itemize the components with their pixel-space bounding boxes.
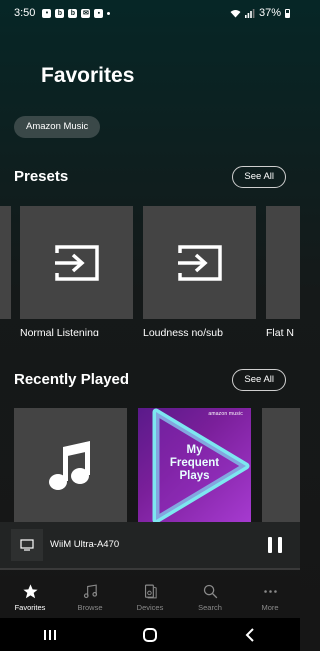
home-button[interactable] xyxy=(130,623,170,647)
presets-row: Normal Listening Loudness no/sub Flat N xyxy=(0,206,300,336)
preset-tile-flat[interactable] xyxy=(266,206,300,319)
presets-see-all-button[interactable]: See All xyxy=(232,166,286,188)
tab-search[interactable]: Search xyxy=(180,576,240,618)
signal-icon xyxy=(244,8,255,18)
input-icon xyxy=(177,244,222,281)
battery-icon xyxy=(285,8,290,18)
page-title: Favorites xyxy=(41,64,135,87)
back-icon xyxy=(245,627,254,642)
tv-icon xyxy=(20,539,34,551)
status-right: 37% xyxy=(230,7,290,19)
star-icon xyxy=(21,582,39,600)
message-icon: • xyxy=(42,8,52,18)
presets-title: Presets xyxy=(14,168,69,185)
device-name: WiiM Ultra-A470 xyxy=(50,539,120,550)
tab-label: Search xyxy=(198,603,222,612)
playlist-title-line: My xyxy=(186,444,203,456)
preset-tile-partial[interactable] xyxy=(0,206,11,319)
tab-devices[interactable]: Devices xyxy=(120,576,180,618)
b-icon: b xyxy=(55,8,65,18)
recently-played-see-all-button[interactable]: See All xyxy=(232,369,286,391)
recently-played-row: amazon music My Frequent Plays xyxy=(0,408,300,522)
music-note-icon xyxy=(48,441,90,490)
recents-icon xyxy=(44,629,56,640)
now-playing-bar[interactable]: WiiM Ultra-A470 xyxy=(0,522,300,568)
b-icon: b xyxy=(68,8,78,18)
playback-progress-track xyxy=(0,568,300,570)
tab-browse[interactable]: Browse xyxy=(60,576,120,618)
dot-icon xyxy=(107,11,111,15)
music-note-icon xyxy=(81,582,99,600)
preset-tile-normal-listening[interactable] xyxy=(20,206,133,319)
preset-tile-loudness[interactable] xyxy=(143,206,256,319)
tab-favorites[interactable]: Favorites xyxy=(0,576,60,618)
preset-label: Loudness no/sub xyxy=(143,327,223,336)
speaker-icon xyxy=(141,582,159,600)
pause-icon-bar xyxy=(268,537,272,553)
amazon-music-brand: amazon music xyxy=(208,411,243,417)
input-icon xyxy=(54,244,99,281)
more-icon xyxy=(261,582,279,600)
battery-percent: 37% xyxy=(258,7,281,19)
tab-label: More xyxy=(261,603,279,612)
recent-tile-partial[interactable] xyxy=(262,408,300,522)
status-left: 3:50 • b b ✉ ▪ xyxy=(14,7,111,19)
preset-label: Flat N xyxy=(266,327,295,336)
pause-button[interactable] xyxy=(268,537,282,553)
home-icon xyxy=(143,627,157,642)
amazon-music-filter-chip[interactable]: Amazon Music xyxy=(14,116,101,138)
search-icon xyxy=(201,582,219,600)
playlist-title: My Frequent Plays xyxy=(138,444,251,483)
status-time: 3:50 xyxy=(14,7,36,19)
recent-tile-music[interactable] xyxy=(14,408,127,522)
recents-button[interactable] xyxy=(30,623,70,647)
tab-more[interactable]: More xyxy=(240,576,300,618)
back-button[interactable] xyxy=(230,623,270,647)
recent-tile-my-frequent-plays[interactable]: amazon music My Frequent Plays xyxy=(138,408,251,522)
recently-played-title: Recently Played xyxy=(14,371,130,388)
wifi-icon xyxy=(230,9,241,17)
tab-label: Favorites xyxy=(14,603,46,612)
clip-icon: ▪ xyxy=(94,8,104,18)
tab-label: Browse xyxy=(77,603,103,612)
playlist-title-line: Plays xyxy=(179,470,210,482)
pause-icon-bar xyxy=(278,537,282,553)
playlist-title-line: Frequent xyxy=(169,457,220,469)
bottom-tab-bar: Favorites Browse Devices Search More xyxy=(0,576,300,618)
preset-label: Normal Listening xyxy=(20,327,99,336)
system-nav-bar xyxy=(0,618,300,651)
status-bar: 3:50 • b b ✉ ▪ 37% xyxy=(0,0,300,26)
device-thumbnail xyxy=(11,529,43,561)
tab-label: Devices xyxy=(136,603,164,612)
mail-icon: ✉ xyxy=(81,8,91,18)
